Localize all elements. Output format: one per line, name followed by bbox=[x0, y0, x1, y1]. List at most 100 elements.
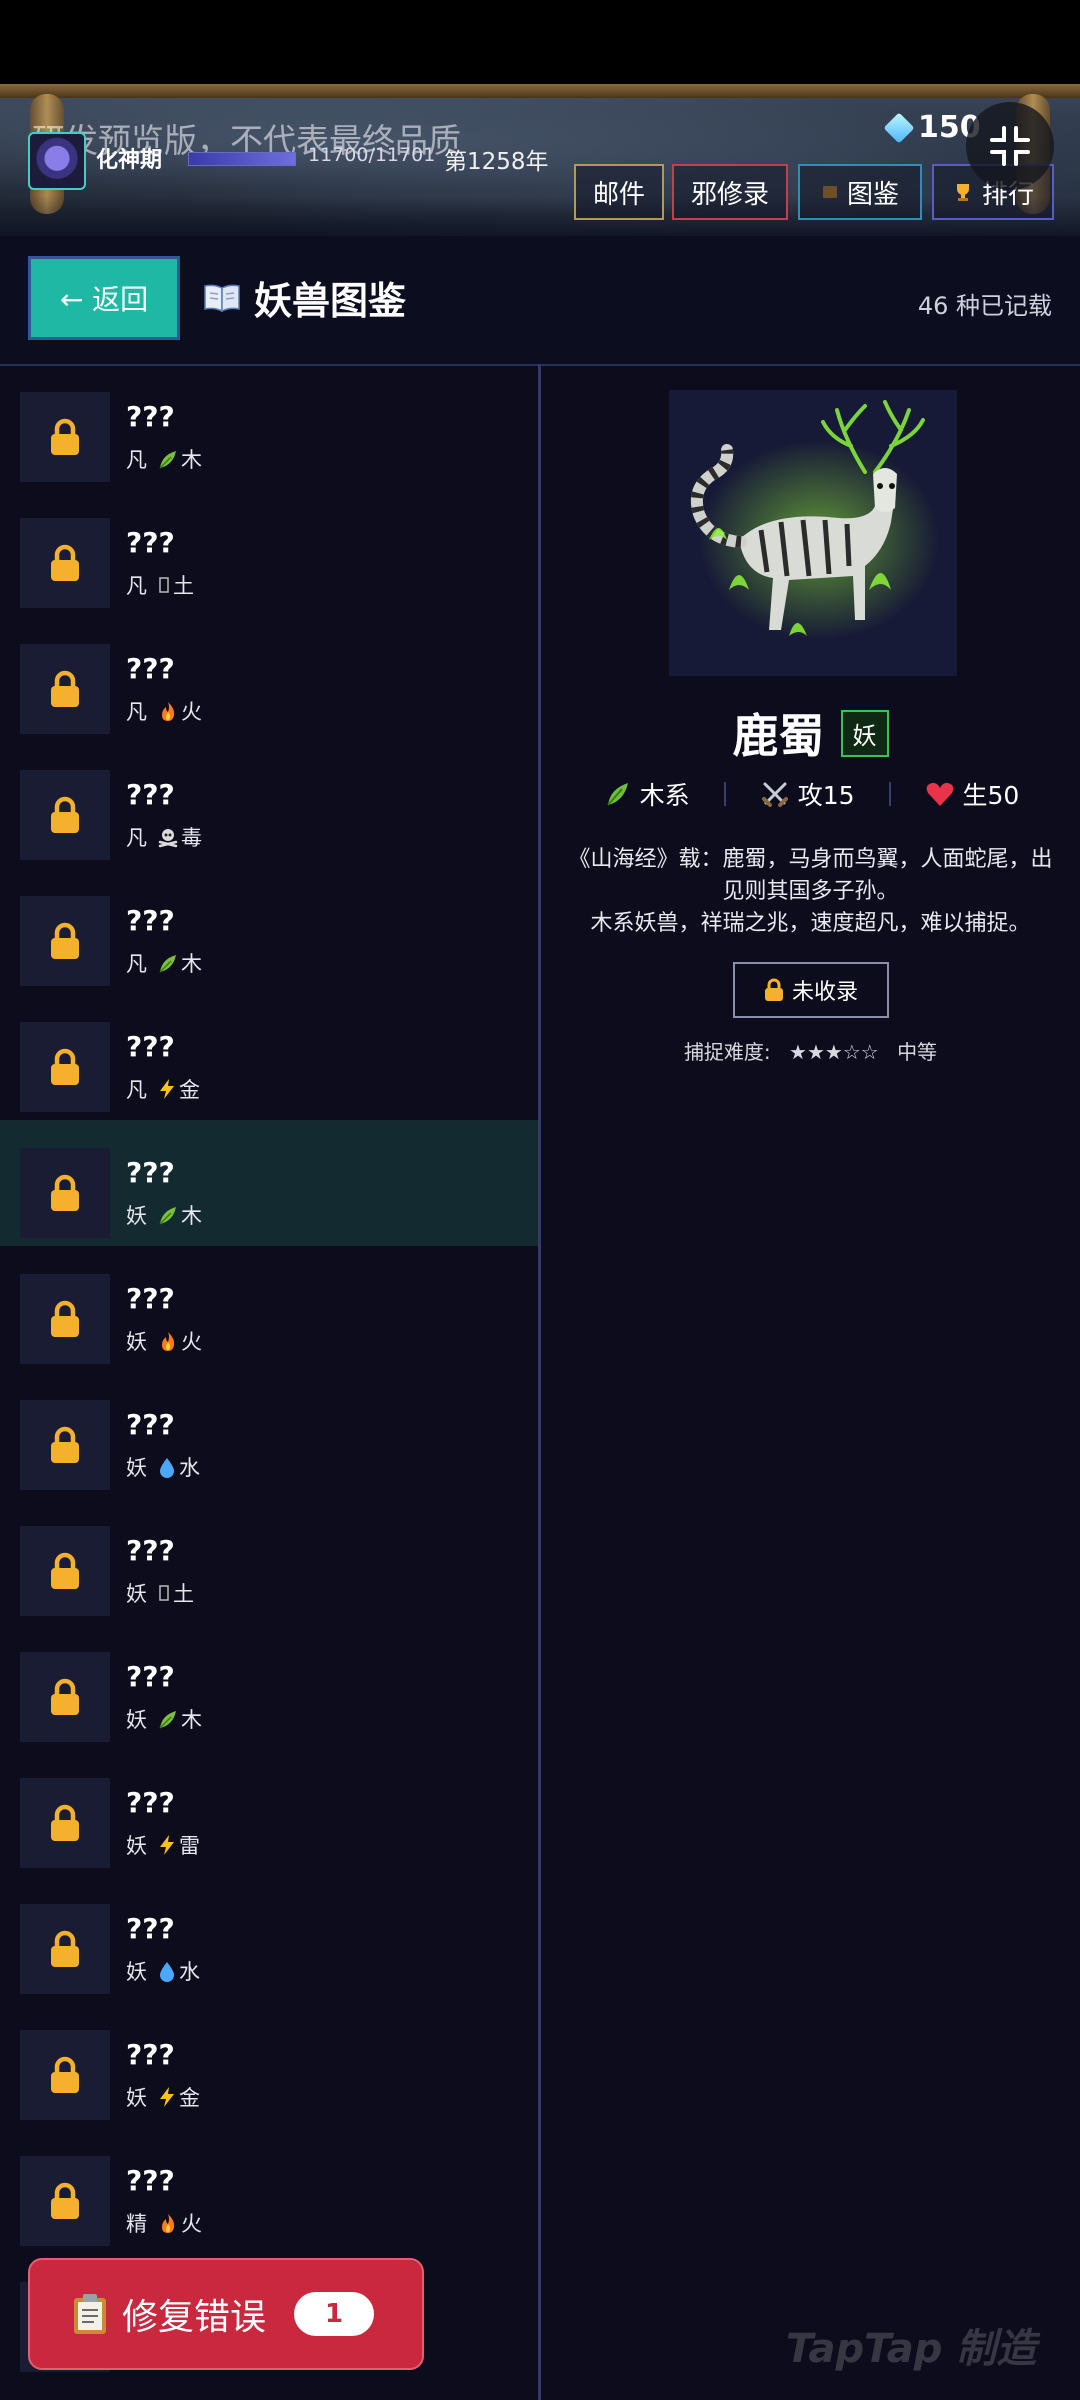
collection-status: 未收录 bbox=[733, 962, 889, 1018]
droplet-icon bbox=[160, 1962, 174, 1982]
lock-icon bbox=[51, 544, 79, 581]
stat-separator bbox=[723, 782, 726, 806]
locked-thumbnail bbox=[20, 1526, 110, 1616]
beast-row-element-text: 土 bbox=[173, 1582, 194, 1606]
beast-row-name: ??? bbox=[126, 1030, 175, 1063]
beast-list-row[interactable]: ??? 妖金 bbox=[0, 2002, 538, 2128]
beast-list-row[interactable]: ??? 凡木 bbox=[0, 868, 538, 994]
beast-row-meta: 凡毒 bbox=[126, 822, 202, 852]
beast-list-row[interactable]: ??? 凡木 bbox=[0, 364, 538, 490]
locked-thumbnail bbox=[20, 1022, 110, 1112]
system-status-bar bbox=[0, 0, 1080, 84]
fire-icon bbox=[162, 702, 175, 721]
fullscreen-toggle-button[interactable] bbox=[966, 102, 1054, 190]
fire-icon bbox=[162, 1332, 175, 1351]
beast-list-row[interactable]: ??? 凡土 bbox=[0, 490, 538, 616]
game-year: 第1258年 bbox=[444, 149, 549, 175]
beast-row-meta: 凡金 bbox=[126, 1074, 200, 1104]
beast-row-name: ??? bbox=[126, 1408, 175, 1441]
beast-row-meta: 凡土 bbox=[126, 570, 194, 600]
beast-row-rank: 妖 bbox=[126, 1582, 147, 1606]
lock-icon bbox=[51, 1048, 79, 1085]
description-line: 《山海经》载：鹿蜀，马身而鸟翼，人面蛇尾，出见则其国多子孙。 bbox=[568, 847, 1053, 904]
beast-row-meta: 妖水 bbox=[126, 1956, 200, 1986]
fix-errors-label: 修复错误 bbox=[122, 2297, 267, 2338]
beast-list-row[interactable]: ??? 凡金 bbox=[0, 994, 538, 1120]
beast-row-rank: 妖 bbox=[126, 1204, 147, 1228]
lock-icon bbox=[51, 2182, 79, 2219]
beast-row-element-text: 毒 bbox=[181, 826, 202, 850]
beast-list-row[interactable]: ??? 妖土 bbox=[0, 1498, 538, 1624]
beast-title-row: 鹿蜀 妖 bbox=[541, 700, 1080, 766]
evil-records-button[interactable]: 邪修录 bbox=[672, 164, 788, 220]
mail-button[interactable]: 邮件 bbox=[574, 164, 664, 220]
beast-list-row[interactable]: ??? 妖火 bbox=[0, 1246, 538, 1372]
beast-row-element: 木 bbox=[157, 1704, 202, 1734]
beast-list-row[interactable]: ??? 妖木 bbox=[0, 1624, 538, 1750]
beast-list-row[interactable]: ??? 妖雷 bbox=[0, 1750, 538, 1876]
beast-row-rank: 妖 bbox=[126, 1960, 147, 1984]
beast-list-row[interactable]: ??? 凡火 bbox=[0, 616, 538, 742]
lock-icon bbox=[51, 1426, 79, 1463]
beast-row-meta: 妖雷 bbox=[126, 1830, 200, 1860]
locked-thumbnail bbox=[20, 1904, 110, 1994]
beast-row-rank: 凡 bbox=[126, 700, 147, 724]
lock-icon bbox=[764, 978, 783, 1001]
description-line: 木系妖兽，祥瑞之兆，速度超凡，难以捕捉。 bbox=[590, 911, 1031, 936]
beast-row-name: ??? bbox=[126, 526, 175, 559]
beast-list-row[interactable]: ??? 妖水 bbox=[0, 1372, 538, 1498]
beast-row-element-text: 金 bbox=[179, 1078, 200, 1102]
beast-row-element-text: 火 bbox=[181, 2212, 202, 2236]
beast-row-rank: 精 bbox=[126, 2212, 147, 2236]
beast-row-name: ??? bbox=[126, 904, 175, 937]
beast-row-element: 木 bbox=[157, 444, 202, 474]
beast-row-rank: 凡 bbox=[126, 826, 147, 850]
droplet-icon bbox=[160, 1458, 174, 1478]
lightning-icon bbox=[160, 1835, 174, 1855]
beast-row-meta: 妖木 bbox=[126, 1200, 202, 1230]
lock-icon bbox=[51, 1174, 79, 1211]
locked-thumbnail bbox=[20, 644, 110, 734]
missing-glyph-icon bbox=[159, 577, 169, 593]
beast-row-element-text: 木 bbox=[181, 1204, 202, 1228]
skull-crossbones-icon bbox=[158, 829, 178, 848]
beast-row-rank: 妖 bbox=[126, 2086, 147, 2110]
beast-row-rank: 凡 bbox=[126, 952, 147, 976]
beast-row-element-text: 木 bbox=[181, 448, 202, 472]
beast-description: 《山海经》载：鹿蜀，马身而鸟翼，人面蛇尾，出见则其国多子孙。 木系妖兽，祥瑞之兆… bbox=[561, 844, 1060, 940]
lock-icon bbox=[51, 670, 79, 707]
beast-list[interactable]: ??? 凡木??? 凡土??? 凡火??? 凡毒??? 凡木??? 凡金??? 妖木??? 妖火… bbox=[0, 364, 538, 2400]
beast-row-element: 金 bbox=[157, 2082, 200, 2112]
locked-thumbnail bbox=[20, 1652, 110, 1742]
beast-row-element-text: 土 bbox=[173, 574, 194, 598]
missing-glyph-icon bbox=[159, 1585, 169, 1601]
heart-icon bbox=[926, 782, 953, 806]
beast-row-meta: 凡木 bbox=[126, 444, 202, 474]
beast-list-row[interactable]: ??? 妖木 bbox=[0, 1120, 538, 1246]
back-button-label: ← 返回 bbox=[59, 283, 149, 316]
stat-separator bbox=[888, 782, 891, 806]
beast-row-element: 火 bbox=[157, 2208, 202, 2238]
beast-list-row[interactable]: ??? 妖水 bbox=[0, 1876, 538, 2002]
beast-list-row[interactable]: ??? 精火 bbox=[0, 2128, 538, 2254]
beast-list-row[interactable]: ??? 凡毒 bbox=[0, 742, 538, 868]
back-button[interactable]: ← 返回 bbox=[28, 256, 180, 340]
lock-icon bbox=[51, 2056, 79, 2093]
atlas-button-label: 图鉴 bbox=[846, 179, 899, 210]
book-icon bbox=[822, 186, 837, 198]
beast-row-rank: 妖 bbox=[126, 1456, 147, 1480]
atlas-button[interactable]: 图鉴 bbox=[798, 164, 922, 220]
leaf-icon bbox=[159, 1207, 176, 1225]
player-avatar[interactable] bbox=[28, 132, 86, 190]
locked-thumbnail bbox=[20, 770, 110, 860]
beast-portrait bbox=[669, 390, 957, 676]
beast-row-rank: 凡 bbox=[126, 448, 147, 472]
beast-row-rank: 妖 bbox=[126, 1834, 147, 1858]
health-stat: 生50 bbox=[925, 776, 1019, 812]
attack-stat: 攻15 bbox=[760, 776, 855, 812]
fix-errors-button[interactable]: 修复错误 1 bbox=[28, 2258, 424, 2370]
error-count-badge: 1 bbox=[294, 2292, 375, 2336]
locked-thumbnail bbox=[20, 2030, 110, 2120]
beast-row-element-text: 木 bbox=[181, 1708, 202, 1732]
beast-row-meta: 妖土 bbox=[126, 1578, 194, 1608]
